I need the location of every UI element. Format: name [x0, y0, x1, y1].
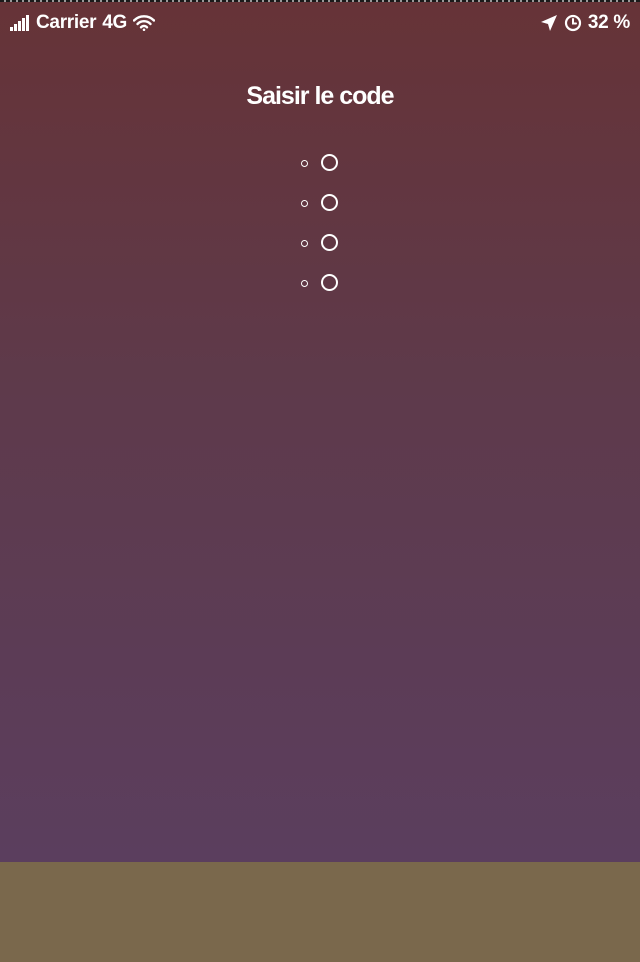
code-digit-slot-1	[296, 150, 356, 190]
code-digit-slot-3	[296, 230, 356, 270]
keyboard-placeholder-area	[0, 862, 640, 962]
list-bullet-icon	[301, 200, 308, 207]
status-left: Carrier 4G	[10, 12, 155, 34]
list-bullet-icon	[301, 240, 308, 247]
page-title: Saisir le code	[246, 82, 394, 110]
location-icon	[540, 15, 557, 31]
list-bullet-icon	[301, 160, 308, 167]
code-digit-slot-2	[296, 190, 356, 230]
status-right: 32 %	[540, 12, 630, 34]
alarm-icon	[564, 14, 581, 32]
carrier-label: Carrier	[36, 12, 97, 33]
top-border	[0, 0, 640, 2]
code-digit-slot-4	[296, 270, 356, 310]
passcode-screen: Carrier 4G 32 % Saisir le code	[0, 0, 640, 862]
signal-icon	[10, 15, 30, 31]
status-bar: Carrier 4G 32 %	[0, 4, 640, 40]
code-indicators	[296, 150, 356, 310]
empty-circle-icon	[321, 194, 338, 211]
wifi-icon	[132, 15, 155, 31]
list-bullet-icon	[301, 280, 308, 287]
empty-circle-icon	[321, 234, 338, 251]
empty-circle-icon	[321, 274, 338, 291]
empty-circle-icon	[321, 154, 338, 171]
network-label: 4G	[102, 12, 127, 33]
battery-label: 32 %	[587, 12, 630, 33]
